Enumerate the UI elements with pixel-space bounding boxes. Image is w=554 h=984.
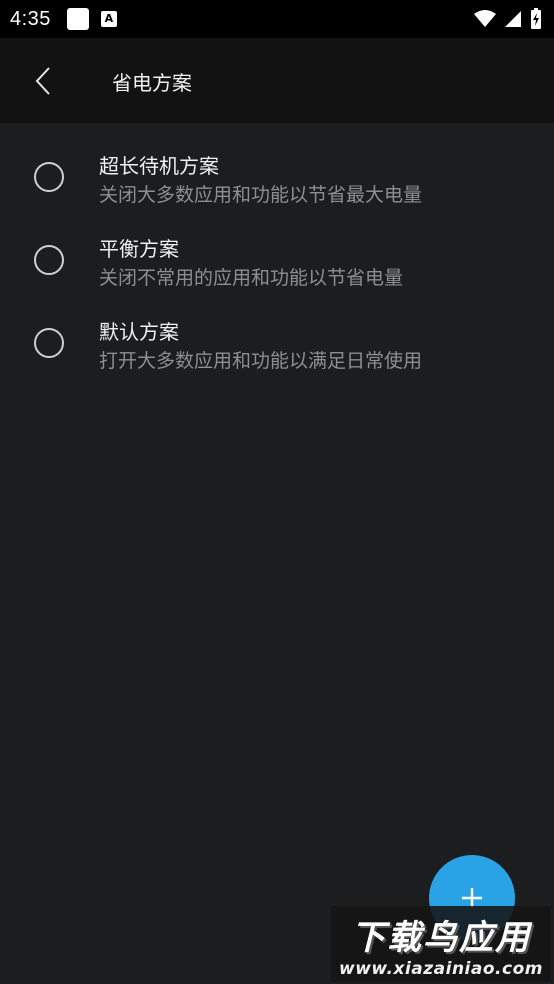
notification-icon	[66, 8, 89, 30]
status-icons	[474, 8, 542, 30]
status-time: 4:35	[10, 7, 51, 30]
plan-description: 打开大多数应用和功能以满足日常使用	[99, 350, 423, 372]
watermark-logo: 下载鸟应用 www.xiazainiao.com	[331, 906, 551, 982]
plan-list: 超长待机方案 关闭大多数应用和功能以节省最大电量 平衡方案 关闭不常用的应用和功…	[0, 136, 554, 385]
app-bar: 省电方案	[0, 38, 554, 123]
plan-description: 关闭不常用的应用和功能以节省电量	[99, 267, 404, 289]
plan-title: 超长待机方案	[99, 154, 219, 178]
radio-button[interactable]	[34, 245, 64, 275]
battery-charging-icon	[531, 8, 541, 29]
plan-item-ultra-standby[interactable]: 超长待机方案 关闭大多数应用和功能以节省最大电量	[0, 136, 554, 219]
plan-title: 默认方案	[99, 320, 179, 344]
back-arrow-icon	[35, 67, 50, 95]
wifi-icon	[474, 10, 496, 27]
radio-button[interactable]	[34, 162, 64, 192]
page-title: 省电方案	[112, 71, 192, 95]
plan-item-default[interactable]: 默认方案 打开大多数应用和功能以满足日常使用	[0, 302, 554, 385]
plan-title: 平衡方案	[99, 237, 179, 261]
back-button[interactable]	[30, 64, 56, 98]
watermark-url: www.xiazainiao.com	[339, 958, 543, 979]
keyboard-notification-icon: A	[100, 11, 117, 27]
plan-item-balanced[interactable]: 平衡方案 关闭不常用的应用和功能以节省电量	[0, 219, 554, 302]
status-bar: 4:35 A	[0, 0, 554, 38]
plan-description: 关闭大多数应用和功能以节省最大电量	[99, 184, 423, 206]
watermark-title: 下载鸟应用	[351, 917, 531, 958]
radio-button[interactable]	[34, 328, 64, 358]
cell-signal-icon	[505, 11, 521, 27]
